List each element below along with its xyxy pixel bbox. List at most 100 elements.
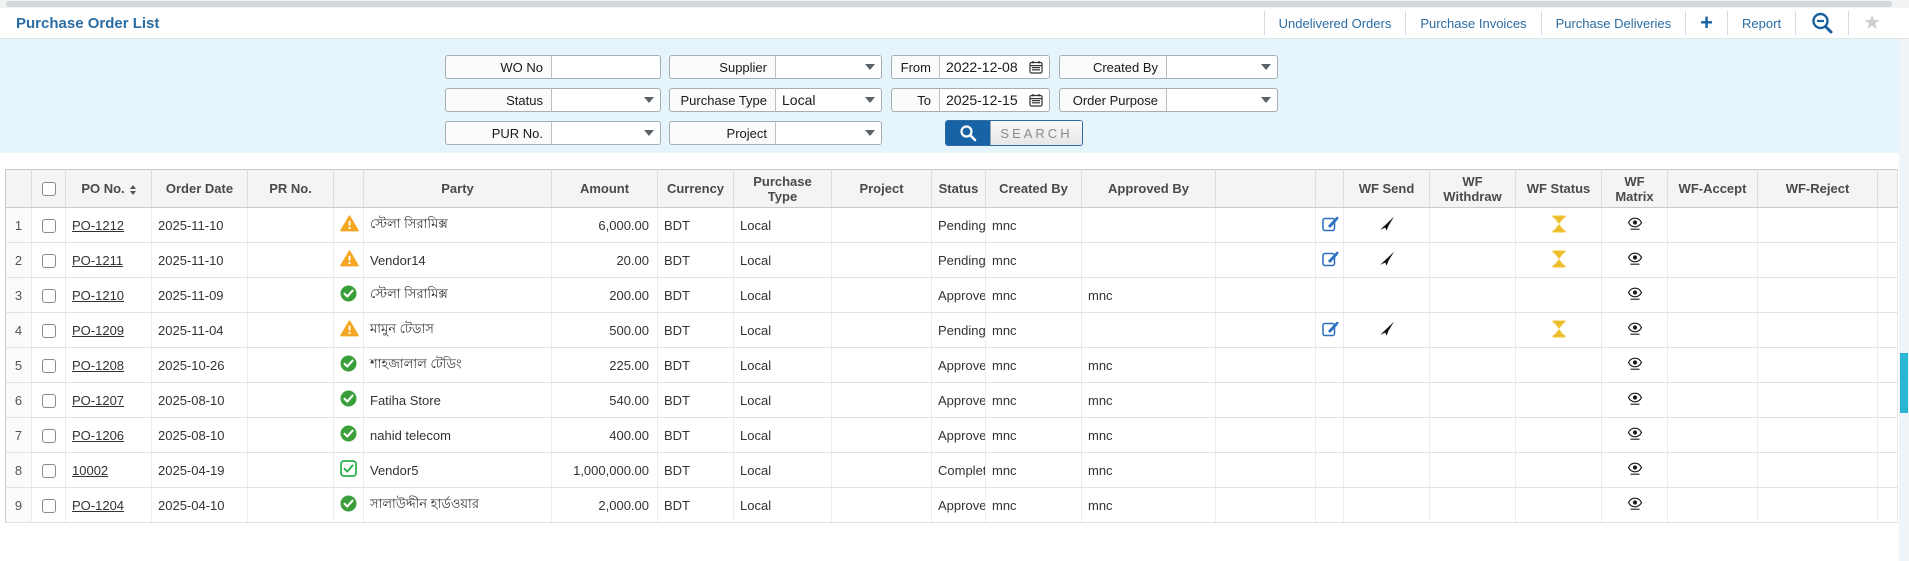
row-number: 8 (5, 452, 32, 488)
wf-reject-cell (1757, 487, 1878, 523)
order-purpose-select[interactable] (1166, 88, 1278, 112)
pr-no-cell (247, 382, 334, 418)
po-no-link[interactable]: PO-1207 (72, 393, 124, 408)
project-select[interactable] (775, 121, 882, 145)
created-by-select[interactable] (1166, 55, 1278, 79)
top-horizontal-scrollbar[interactable] (0, 0, 1909, 8)
status-select[interactable] (551, 88, 661, 112)
edit-icon[interactable] (1322, 215, 1339, 232)
warning-icon (340, 320, 359, 337)
wf-status-cell (1515, 452, 1602, 488)
calendar-icon[interactable] (1029, 60, 1043, 74)
wo-no-input[interactable] (551, 55, 661, 79)
send-paper-plane-icon[interactable] (1379, 216, 1395, 231)
send-paper-plane-icon[interactable] (1379, 251, 1395, 266)
row-number: 4 (5, 312, 32, 348)
po-no-link[interactable]: PO-1211 (72, 253, 123, 268)
row-checkbox[interactable] (41, 218, 56, 233)
from-date-filter: From 2022-12-08 (891, 55, 1050, 79)
table-row: 9 PO-1204 2025-04-10 সালাউদ্দীন হার্ডওয়… (5, 487, 1898, 523)
currency-cell: BDT (657, 347, 734, 383)
zoom-out-button[interactable] (1796, 11, 1848, 35)
column-header-party-status (333, 169, 364, 208)
row-checkbox[interactable] (41, 323, 56, 338)
from-date-input[interactable]: 2022-12-08 (939, 55, 1050, 79)
select-all-checkbox[interactable] (41, 182, 56, 197)
purchase-type-select[interactable]: Local (775, 88, 882, 112)
wf-send-cell (1343, 347, 1430, 383)
view-eye-icon[interactable] (1627, 252, 1643, 265)
wf-withdraw-cell (1429, 382, 1516, 418)
top-horizontal-scrollbar-thumb[interactable] (6, 1, 1892, 7)
pur-no-label: PUR No. (445, 121, 552, 145)
row-checkbox[interactable] (41, 428, 56, 443)
status-cell: Approved (931, 382, 986, 418)
purchase-deliveries-link[interactable]: Purchase Deliveries (1542, 16, 1686, 31)
pur-no-select[interactable] (551, 121, 661, 145)
view-eye-icon[interactable] (1627, 357, 1643, 370)
add-new-button[interactable]: + (1686, 12, 1727, 34)
search-button[interactable]: SEARCH (945, 120, 1083, 146)
vertical-scrollbar[interactable] (1899, 39, 1909, 561)
view-eye-icon[interactable] (1627, 462, 1643, 475)
row-number: 6 (5, 382, 32, 418)
spacer-cell (1215, 242, 1316, 278)
tail-cell (1877, 277, 1898, 313)
supplier-select[interactable] (775, 55, 882, 79)
po-no-link[interactable]: PO-1210 (72, 288, 124, 303)
view-eye-icon[interactable] (1627, 287, 1643, 300)
row-select-cell (31, 277, 66, 313)
created-by-cell: mnc (985, 487, 1082, 523)
to-label: To (891, 88, 940, 112)
row-select-cell (31, 417, 66, 453)
undelivered-orders-link[interactable]: Undelivered Orders (1265, 16, 1406, 31)
po-no-link[interactable]: PO-1206 (72, 428, 124, 443)
purchase-invoices-link[interactable]: Purchase Invoices (1406, 16, 1540, 31)
view-eye-icon[interactable] (1627, 322, 1643, 335)
column-header-wf-withdraw: WF Withdraw (1429, 169, 1516, 208)
view-eye-icon[interactable] (1627, 217, 1643, 230)
report-link[interactable]: Report (1728, 16, 1795, 31)
po-no-cell: PO-1211 (65, 242, 152, 278)
view-eye-icon[interactable] (1627, 392, 1643, 405)
pr-no-cell (247, 347, 334, 383)
row-checkbox[interactable] (41, 463, 56, 478)
send-paper-plane-icon[interactable] (1379, 321, 1395, 336)
edit-cell (1315, 347, 1344, 383)
view-eye-icon[interactable] (1627, 497, 1643, 510)
view-eye-icon[interactable] (1627, 427, 1643, 440)
status-cell: Approved (931, 487, 986, 523)
edit-icon[interactable] (1322, 320, 1339, 337)
po-no-link[interactable]: PO-1204 (72, 498, 124, 513)
po-no-link[interactable]: 10002 (72, 463, 108, 478)
to-date-input[interactable]: 2025-12-15 (939, 88, 1050, 112)
column-header-spacer (1215, 169, 1316, 208)
po-no-link[interactable]: PO-1212 (72, 218, 124, 233)
currency-cell: BDT (657, 312, 734, 348)
from-label: From (891, 55, 940, 79)
column-header-tail (1877, 169, 1898, 208)
pur-no-filter: PUR No. (445, 121, 661, 145)
party-status-cell (333, 452, 364, 488)
pr-no-cell (247, 242, 334, 278)
amount-cell: 540.00 (551, 382, 658, 418)
spacer-cell (1215, 312, 1316, 348)
favorite-button[interactable]: ★ (1849, 13, 1895, 33)
project-cell (831, 207, 932, 243)
approved-check-icon (340, 355, 357, 372)
row-checkbox[interactable] (41, 498, 56, 513)
sort-icon[interactable] (129, 184, 136, 195)
po-no-link[interactable]: PO-1208 (72, 358, 124, 373)
search-button-label: SEARCH (990, 121, 1082, 145)
purchase-type-cell: Local (733, 207, 832, 243)
row-checkbox[interactable] (41, 288, 56, 303)
edit-icon[interactable] (1322, 250, 1339, 267)
wf-withdraw-cell (1429, 242, 1516, 278)
wf-accept-cell (1667, 417, 1758, 453)
row-checkbox[interactable] (41, 358, 56, 373)
row-checkbox[interactable] (41, 393, 56, 408)
row-checkbox[interactable] (41, 253, 56, 268)
po-no-link[interactable]: PO-1209 (72, 323, 124, 338)
vertical-scrollbar-thumb[interactable] (1900, 353, 1908, 413)
calendar-icon[interactable] (1029, 93, 1043, 107)
